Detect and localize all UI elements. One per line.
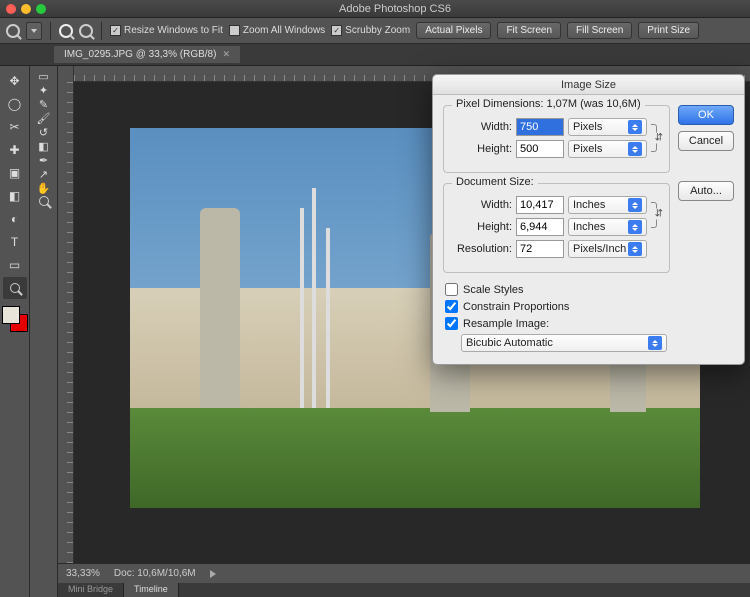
scrubby-zoom-checkbox[interactable]: ✓Scrubby Zoom bbox=[331, 25, 410, 36]
lasso-tool[interactable]: ◯ bbox=[3, 93, 27, 115]
resize-windows-checkbox[interactable]: ✓Resize Windows to Fit bbox=[110, 25, 223, 36]
print-size-button[interactable]: Print Size bbox=[638, 22, 699, 39]
pixel-width-input[interactable] bbox=[516, 118, 564, 136]
gradient-tool[interactable]: ◧ bbox=[38, 140, 48, 153]
zoomall-label: Zoom All Windows bbox=[243, 25, 325, 36]
close-tab-icon[interactable]: ✕ bbox=[222, 49, 230, 60]
doc-width-input[interactable] bbox=[516, 196, 564, 214]
actual-pixels-button[interactable]: Actual Pixels bbox=[416, 22, 491, 39]
zoom-window-button[interactable] bbox=[36, 4, 46, 14]
window-titlebar: Adobe Photoshop CS6 bbox=[0, 0, 750, 18]
pixel-height-label: Height: bbox=[452, 143, 512, 155]
document-size-group: Document Size: Width: Inches Height: Inc… bbox=[443, 183, 670, 273]
rectangle-tool[interactable]: ▭ bbox=[3, 254, 27, 276]
document-size-legend: Document Size: bbox=[452, 176, 538, 188]
document-tab-row: IMG_0295.JPG @ 33,3% (RGB/8) ✕ bbox=[0, 44, 750, 66]
tools-panel-right: ▭ ✦ ✎ 🖌 ↺ ◧ ✒ ↗ ✋ bbox=[30, 66, 58, 597]
resize-label: Resize Windows to Fit bbox=[124, 25, 223, 36]
options-bar: ✓Resize Windows to Fit Zoom All Windows … bbox=[0, 18, 750, 44]
pixel-height-input[interactable] bbox=[516, 140, 564, 158]
doc-height-label: Height: bbox=[452, 221, 512, 233]
pen-tool[interactable]: ✒ bbox=[39, 154, 48, 167]
marquee-tool[interactable]: ▭ bbox=[38, 70, 48, 83]
tools-panel-left: ✥ ◯ ✂ ✚ ▣ ◧ ◐ T ▭ bbox=[0, 66, 30, 597]
scale-styles-checkbox[interactable]: Scale Styles bbox=[445, 283, 670, 296]
status-bar: 33,33% Doc: 10,6M/10,6M bbox=[58, 563, 750, 583]
move-tool[interactable]: ✥ bbox=[3, 70, 27, 92]
brush-tool[interactable]: 🖌 bbox=[37, 112, 51, 125]
dialog-title: Image Size bbox=[433, 75, 744, 95]
doc-width-label: Width: bbox=[452, 199, 512, 211]
pixel-dimensions-group: Pixel Dimensions: 1,07M (was 10,6M) Widt… bbox=[443, 105, 670, 173]
minibridge-tab[interactable]: Mini Bridge bbox=[58, 583, 124, 597]
link-icon[interactable]: ⇵ bbox=[655, 209, 663, 220]
resample-image-checkbox[interactable]: Resample Image: bbox=[445, 317, 670, 330]
pixel-width-unit-select[interactable]: Pixels bbox=[568, 118, 647, 136]
hand-tool[interactable]: ✋ bbox=[37, 182, 51, 195]
foreground-color-swatch[interactable] bbox=[2, 306, 20, 324]
stamp-tool[interactable]: ▣ bbox=[3, 162, 27, 184]
cancel-button[interactable]: Cancel bbox=[678, 131, 734, 151]
crop-tool[interactable]: ✂ bbox=[3, 116, 27, 138]
document-tab[interactable]: IMG_0295.JPG @ 33,3% (RGB/8) ✕ bbox=[54, 46, 240, 63]
doc-height-unit-select[interactable]: Inches bbox=[568, 218, 647, 236]
eyedropper-tool[interactable]: ✎ bbox=[39, 98, 48, 111]
color-swatches[interactable] bbox=[2, 306, 28, 336]
zoom-tool[interactable] bbox=[3, 277, 27, 299]
vertical-ruler[interactable] bbox=[58, 66, 74, 563]
history-brush-tool[interactable]: ↺ bbox=[39, 126, 48, 139]
bottom-panel-tabs: Mini Bridge Timeline bbox=[58, 583, 750, 597]
ok-button[interactable]: OK bbox=[678, 105, 734, 125]
zoom-readout[interactable]: 33,33% bbox=[66, 568, 100, 579]
zoom-in-icon[interactable] bbox=[59, 24, 73, 38]
doc-link-bracket: ⇵ bbox=[647, 192, 661, 262]
pixel-height-unit-select[interactable]: Pixels bbox=[568, 140, 647, 158]
zoom-tool-2[interactable] bbox=[39, 196, 49, 209]
docinfo-menu-icon[interactable] bbox=[210, 570, 216, 578]
pixel-link-bracket: ⇵ bbox=[647, 114, 661, 162]
doc-width-unit-select[interactable]: Inches bbox=[568, 196, 647, 214]
resolution-input[interactable] bbox=[516, 240, 564, 258]
close-window-button[interactable] bbox=[6, 4, 16, 14]
fill-screen-button[interactable]: Fill Screen bbox=[567, 22, 632, 39]
pixel-dimensions-legend: Pixel Dimensions: 1,07M (was 10,6M) bbox=[452, 98, 645, 110]
dodge-tool[interactable]: ◐ bbox=[3, 208, 27, 230]
resolution-unit-select[interactable]: Pixels/Inch bbox=[568, 240, 647, 258]
auto-button[interactable]: Auto... bbox=[678, 181, 734, 201]
link-icon[interactable]: ⇵ bbox=[655, 133, 663, 144]
scrubby-label: Scrubby Zoom bbox=[345, 25, 410, 36]
resample-method-select[interactable]: Bicubic Automatic bbox=[461, 334, 667, 352]
doc-info[interactable]: Doc: 10,6M/10,6M bbox=[114, 568, 196, 579]
timeline-tab[interactable]: Timeline bbox=[124, 583, 179, 597]
constrain-proportions-checkbox[interactable]: Constrain Proportions bbox=[445, 300, 670, 313]
document-tab-label: IMG_0295.JPG @ 33,3% (RGB/8) bbox=[64, 49, 216, 60]
zoom-all-checkbox[interactable]: Zoom All Windows bbox=[229, 25, 325, 36]
eraser-tool[interactable]: ◧ bbox=[3, 185, 27, 207]
zoom-tool-icon bbox=[6, 24, 20, 38]
minimize-window-button[interactable] bbox=[21, 4, 31, 14]
doc-height-input[interactable] bbox=[516, 218, 564, 236]
app-title: Adobe Photoshop CS6 bbox=[46, 3, 744, 15]
wand-tool[interactable]: ✦ bbox=[39, 84, 48, 97]
resolution-label: Resolution: bbox=[452, 243, 512, 255]
healing-tool[interactable]: ✚ bbox=[3, 139, 27, 161]
zoom-out-icon[interactable] bbox=[79, 24, 93, 38]
fit-screen-button[interactable]: Fit Screen bbox=[497, 22, 561, 39]
pixel-width-label: Width: bbox=[452, 121, 512, 133]
image-size-dialog: Image Size Pixel Dimensions: 1,07M (was … bbox=[432, 74, 745, 365]
text-tool[interactable]: T bbox=[3, 231, 27, 253]
path-tool[interactable]: ↗ bbox=[39, 168, 48, 181]
tool-preset-dropdown[interactable] bbox=[26, 22, 42, 40]
